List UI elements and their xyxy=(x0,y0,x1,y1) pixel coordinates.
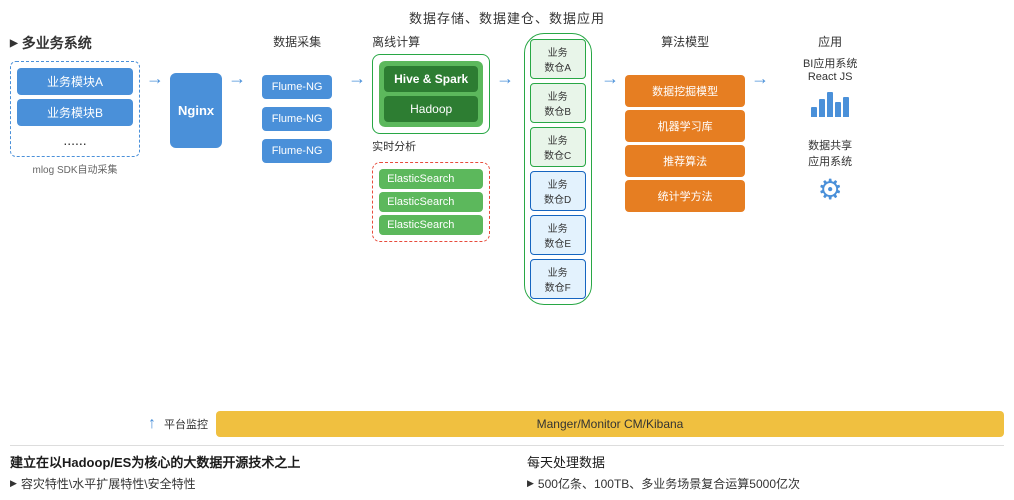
flume-boxes: Flume-NG Flume-NG Flume-NG xyxy=(262,75,333,163)
multi-biz-section: 多业务系统 业务模块A 业务模块B ...... mlog SDK自动采集 xyxy=(10,33,140,176)
elastic-1: ElasticSearch xyxy=(379,169,483,189)
bi-label: BI应用系统React JS xyxy=(803,55,857,83)
arrow-1: → xyxy=(146,33,164,89)
biz-module-b: 业务模块B xyxy=(17,99,133,126)
bi-bar-1 xyxy=(811,107,817,117)
elastic-2: ElasticSearch xyxy=(379,192,483,212)
algo-stats: 统计学方法 xyxy=(625,180,745,212)
data-warehouse-section: 业务数仓A 业务数仓B 业务数仓C 业务数仓D 业务数仓E 业务数仓F xyxy=(520,33,595,305)
arrow-3: → xyxy=(348,33,366,89)
app-bottom: 数据共享应用系统 ⚙ xyxy=(775,137,885,206)
algo-boxes: 数据挖掘模型 机器学习库 推荐算法 统计学方法 xyxy=(625,75,745,212)
bottom-right-sub: 500亿条、100TB、多业务场景复合运算5000亿次 xyxy=(527,475,1004,492)
hive-spark-box: Hive & Spark xyxy=(384,66,478,92)
bi-bar-5 xyxy=(843,97,849,117)
algo-ml: 机器学习库 xyxy=(625,110,745,142)
mlog-label: mlog SDK自动采集 xyxy=(10,161,140,176)
bi-bar-2 xyxy=(819,99,825,117)
data-share-icon: ⚙ xyxy=(818,173,843,206)
diagram-area: 多业务系统 业务模块A 业务模块B ...... mlog SDK自动采集 → … xyxy=(10,33,1004,405)
dw-item-d: 业务数仓D xyxy=(530,171,586,211)
data-share-label: 数据共享应用系统 xyxy=(808,137,852,169)
platform-label: 平台监控 xyxy=(164,416,208,432)
bottom-bold-text: 建立在以Hadoop/ES为核心的大数据开源技术之上 xyxy=(10,452,487,471)
bottom-right: 每天处理数据 500亿条、100TB、多业务场景复合运算5000亿次 xyxy=(527,452,1004,492)
offline-inner: Hive & Spark Hadoop xyxy=(379,61,483,127)
bottom-right-title: 每天处理数据 xyxy=(527,452,1004,471)
data-collect-title: 数据采集 xyxy=(273,33,321,50)
multi-biz-title: 多业务系统 xyxy=(10,33,140,53)
app-section: 应用 BI应用系统React JS 数据共享应用系统 ⚙ xyxy=(775,33,885,206)
compute-section: 离线计算 Hive & Spark Hadoop 实时分析 ElasticSea… xyxy=(372,33,490,242)
biz-dots: ...... xyxy=(17,130,133,150)
algo-section: 算法模型 数据挖掘模型 机器学习库 推荐算法 统计学方法 xyxy=(625,33,745,212)
bi-bar-4 xyxy=(835,102,841,117)
nginx-box: Nginx xyxy=(170,73,222,148)
elastic-3: ElasticSearch xyxy=(379,215,483,235)
algo-mining: 数据挖掘模型 xyxy=(625,75,745,107)
dw-item-c: 业务数仓C xyxy=(530,127,586,167)
algo-recommend: 推荐算法 xyxy=(625,145,745,177)
bottom-sub-text: 容灾特性\水平扩展特性\安全特性 xyxy=(10,475,487,492)
monitor-bar: Manger/Monitor CM/Kibana xyxy=(216,411,1004,437)
arrow-2: → xyxy=(228,33,246,89)
realtime-label: 实时分析 xyxy=(372,138,490,154)
arrow-5: → xyxy=(601,33,619,89)
realtime-section: ElasticSearch ElasticSearch ElasticSearc… xyxy=(372,162,490,242)
hadoop-box: Hadoop xyxy=(384,96,478,122)
elastic-boxes: ElasticSearch ElasticSearch ElasticSearc… xyxy=(379,169,483,235)
bottom-left: 建立在以Hadoop/ES为核心的大数据开源技术之上 容灾特性\水平扩展特性\安… xyxy=(10,452,487,492)
data-collect-section: 数据采集 Flume-NG Flume-NG Flume-NG xyxy=(252,33,342,163)
main-container: 数据存储、数据建仓、数据应用 多业务系统 业务模块A 业务模块B ...... … xyxy=(0,0,1014,500)
app-top: BI应用系统React JS xyxy=(775,55,885,117)
bi-icon xyxy=(811,87,849,117)
top-title: 数据存储、数据建仓、数据应用 xyxy=(10,8,1004,27)
offline-label: 离线计算 xyxy=(372,33,490,50)
bottom-section: 建立在以Hadoop/ES为核心的大数据开源技术之上 容灾特性\水平扩展特性\安… xyxy=(10,445,1004,492)
dw-item-a: 业务数仓A xyxy=(530,39,586,79)
app-title: 应用 xyxy=(775,33,885,50)
warehouse-outer: 业务数仓A 业务数仓B 业务数仓C 业务数仓D 业务数仓E 业务数仓F xyxy=(524,33,592,305)
up-arrow: ↑ xyxy=(148,415,156,433)
flume-3: Flume-NG xyxy=(262,139,333,163)
biz-modules-container: 业务模块A 业务模块B ...... xyxy=(10,61,140,157)
arrow-4: → xyxy=(496,33,514,89)
algo-title: 算法模型 xyxy=(625,33,745,50)
dw-item-b: 业务数仓B xyxy=(530,83,586,123)
monitor-row: ↑ 平台监控 Manger/Monitor CM/Kibana xyxy=(10,411,1004,437)
arrow-6: → xyxy=(751,33,769,89)
dw-item-e: 业务数仓E xyxy=(530,215,586,255)
bi-bar-3 xyxy=(827,92,833,117)
nginx-section: Nginx xyxy=(170,53,222,148)
biz-module-a: 业务模块A xyxy=(17,68,133,95)
flume-1: Flume-NG xyxy=(262,75,333,99)
flume-2: Flume-NG xyxy=(262,107,333,131)
dw-item-f: 业务数仓F xyxy=(530,259,586,299)
offline-outer: Hive & Spark Hadoop xyxy=(372,54,490,134)
